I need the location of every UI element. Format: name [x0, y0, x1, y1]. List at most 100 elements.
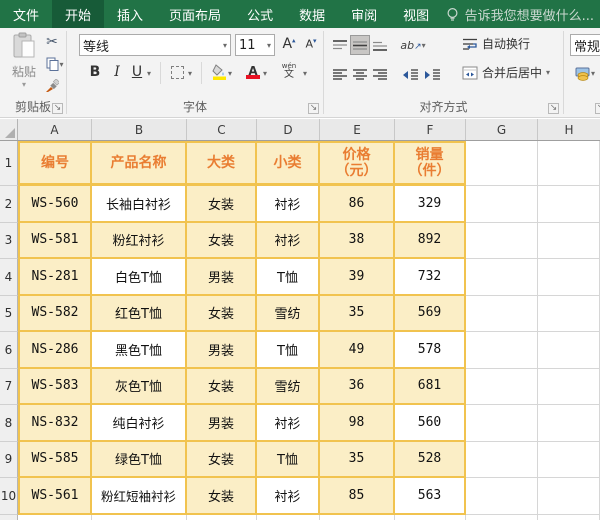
decrease-font-size-button[interactable]: A▾: [301, 34, 321, 54]
merge-center-button[interactable]: 合并后居中 ▾: [462, 64, 550, 81]
empty-cell[interactable]: [257, 514, 320, 520]
table-cell[interactable]: 绿色T恤: [92, 441, 187, 478]
empty-cell[interactable]: [538, 478, 600, 515]
empty-cell[interactable]: [466, 332, 538, 369]
top-align-button[interactable]: [330, 35, 350, 55]
tell-me-box[interactable]: 告诉我您想要做什么...: [446, 0, 600, 28]
empty-cell[interactable]: [92, 514, 187, 520]
align-left-button[interactable]: [330, 64, 350, 84]
underline-dropdown-arrow[interactable]: ▾: [147, 69, 151, 78]
table-cell[interactable]: 98: [320, 405, 395, 442]
align-right-button[interactable]: [370, 64, 390, 84]
table-cell[interactable]: 红色T恤: [92, 295, 187, 332]
table-cell[interactable]: 569: [395, 295, 466, 332]
table-cell[interactable]: 563: [395, 478, 466, 515]
empty-cell[interactable]: [538, 295, 600, 332]
empty-cell[interactable]: [538, 405, 600, 442]
empty-cell[interactable]: [538, 186, 600, 223]
table-cell[interactable]: 38: [320, 222, 395, 259]
borders-button[interactable]: [167, 62, 187, 82]
header-cell-subcategory[interactable]: 小类: [257, 141, 320, 186]
underline-button[interactable]: U: [127, 62, 147, 82]
table-cell[interactable]: T恤: [257, 441, 320, 478]
empty-cell[interactable]: [466, 441, 538, 478]
table-cell[interactable]: 681: [395, 368, 466, 405]
number-dialog-launcher-icon[interactable]: ↘: [595, 103, 600, 114]
fill-color-button[interactable]: [209, 62, 229, 82]
row-header-7[interactable]: 7: [0, 368, 18, 405]
column-header-E[interactable]: E: [320, 119, 395, 140]
empty-cell[interactable]: [187, 514, 257, 520]
tab-page-layout[interactable]: 页面布局: [156, 0, 234, 28]
tab-data[interactable]: 数据: [286, 0, 338, 28]
empty-cell[interactable]: [466, 368, 538, 405]
accounting-format-button[interactable]: ▾: [570, 63, 600, 83]
decrease-indent-button[interactable]: [400, 64, 420, 84]
table-cell[interactable]: 女装: [187, 222, 257, 259]
row-header-6[interactable]: 6: [0, 332, 18, 369]
tab-home[interactable]: 开始: [52, 0, 105, 28]
format-painter-button[interactable]: [42, 76, 62, 96]
font-color-button[interactable]: A: [243, 62, 263, 82]
table-cell[interactable]: 男装: [187, 259, 257, 296]
header-cell-price[interactable]: 价格 （元）: [320, 141, 395, 186]
table-cell[interactable]: 女装: [187, 295, 257, 332]
phonetic-dropdown-arrow[interactable]: ▾: [303, 69, 307, 78]
bottom-align-button[interactable]: [370, 35, 390, 55]
header-cell-category[interactable]: 大类: [187, 141, 257, 186]
table-cell[interactable]: 329: [395, 186, 466, 223]
table-cell[interactable]: 白色T恤: [92, 259, 187, 296]
table-cell[interactable]: WS-581: [18, 222, 92, 259]
empty-cell[interactable]: [466, 295, 538, 332]
empty-cell[interactable]: [466, 141, 538, 186]
column-header-G[interactable]: G: [466, 119, 538, 140]
table-cell[interactable]: T恤: [257, 259, 320, 296]
table-cell[interactable]: 女装: [187, 186, 257, 223]
table-cell[interactable]: 衬衫: [257, 222, 320, 259]
empty-cell[interactable]: [320, 514, 395, 520]
table-cell[interactable]: 男装: [187, 332, 257, 369]
table-cell[interactable]: 女装: [187, 441, 257, 478]
table-cell[interactable]: 732: [395, 259, 466, 296]
table-cell[interactable]: 衬衫: [257, 478, 320, 515]
table-cell[interactable]: WS-585: [18, 441, 92, 478]
table-cell[interactable]: 纯白衬衫: [92, 405, 187, 442]
row-header-5[interactable]: 5: [0, 295, 18, 332]
table-cell[interactable]: 雪纺: [257, 295, 320, 332]
increase-font-size-button[interactable]: A▴: [279, 34, 299, 54]
empty-cell[interactable]: [538, 441, 600, 478]
table-cell[interactable]: 长袖白衬衫: [92, 186, 187, 223]
copy-button[interactable]: ▾: [42, 54, 68, 74]
tab-view[interactable]: 视图: [390, 0, 442, 28]
table-cell[interactable]: 粉红衬衫: [92, 222, 187, 259]
clipboard-dialog-launcher-icon[interactable]: ↘: [52, 103, 63, 114]
table-cell[interactable]: 男装: [187, 405, 257, 442]
table-cell[interactable]: WS-583: [18, 368, 92, 405]
empty-cell[interactable]: [466, 405, 538, 442]
row-header-10[interactable]: 10: [0, 478, 18, 515]
tab-formulas[interactable]: 公式: [234, 0, 286, 28]
table-cell[interactable]: WS-560: [18, 186, 92, 223]
alignment-dialog-launcher-icon[interactable]: ↘: [548, 103, 559, 114]
table-cell[interactable]: 86: [320, 186, 395, 223]
table-cell[interactable]: 衬衫: [257, 186, 320, 223]
phonetic-guide-button[interactable]: wén 文: [279, 61, 299, 81]
empty-cell[interactable]: [538, 222, 600, 259]
header-cell-id[interactable]: 编号: [18, 141, 92, 186]
tab-file[interactable]: 文件: [0, 0, 52, 28]
row-header-9[interactable]: 9: [0, 441, 18, 478]
table-cell[interactable]: 578: [395, 332, 466, 369]
column-header-F[interactable]: F: [395, 119, 466, 140]
empty-cell[interactable]: [538, 514, 600, 520]
table-cell[interactable]: 892: [395, 222, 466, 259]
table-cell[interactable]: NS-286: [18, 332, 92, 369]
table-cell[interactable]: 黑色T恤: [92, 332, 187, 369]
font-size-combo[interactable]: 11 ▾: [235, 34, 275, 56]
select-all-corner[interactable]: [0, 119, 18, 140]
header-cell-product[interactable]: 产品名称: [92, 141, 187, 186]
column-header-D[interactable]: D: [257, 119, 320, 140]
row-header-3[interactable]: 3: [0, 222, 18, 259]
header-cell-sales[interactable]: 销量 （件）: [395, 141, 466, 186]
bold-button[interactable]: B: [85, 62, 105, 82]
orientation-button[interactable]: ab↗ ▾: [400, 35, 426, 55]
